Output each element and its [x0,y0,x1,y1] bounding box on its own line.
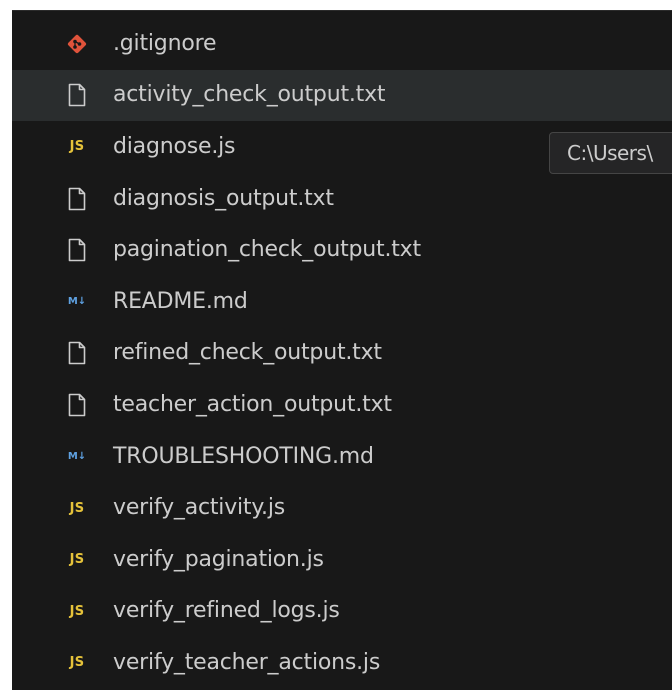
file-explorer: .gitignore activity_check_output.txt JS dia… [0,0,672,690]
js-badge: JS [69,603,85,619]
js-icon: JS [65,135,89,159]
file-item[interactable]: JS verify_pagination.js [12,534,672,586]
file-item[interactable]: JS verify_teacher_actions.js [12,637,672,689]
file-item[interactable]: diagnosis_output.txt [12,173,672,225]
path-tooltip: C:\Users\ [549,132,672,174]
js-icon: JS [65,599,89,623]
tooltip-text: C:\Users\ [567,141,653,165]
file-icon [65,187,89,211]
file-item[interactable]: pagination_check_output.txt [12,224,672,276]
js-icon: JS [65,496,89,520]
file-item[interactable]: activity_check_output.txt [12,69,672,122]
git-icon [65,32,89,56]
file-name: TROUBLESHOOTING.md [113,443,374,469]
file-name: pagination_check_output.txt [113,237,421,263]
js-icon: JS [65,651,89,675]
file-name: .gitignore [113,30,217,56]
file-name: verify_pagination.js [113,546,324,572]
file-icon [65,393,89,417]
file-item[interactable]: refined_check_output.txt [12,328,672,380]
file-name: activity_check_output.txt [113,82,386,108]
file-item[interactable]: JS verify_refined_logs.js [12,586,672,638]
file-list: .gitignore activity_check_output.txt JS dia… [12,18,672,689]
file-name: verify_teacher_actions.js [113,649,381,675]
explorer-panel: .gitignore activity_check_output.txt JS dia… [12,10,672,690]
file-item[interactable]: M↓ README.md [12,276,672,328]
markdown-badge: M↓ [67,296,87,308]
markdown-icon: M↓ [65,290,89,314]
file-item[interactable]: .gitignore [12,18,672,70]
file-name: diagnosis_output.txt [113,185,334,211]
file-icon [65,238,89,262]
file-item[interactable]: teacher_action_output.txt [12,379,672,431]
markdown-badge: M↓ [67,451,87,463]
js-icon: JS [65,548,89,572]
js-badge: JS [69,500,85,516]
file-name: verify_activity.js [113,495,286,521]
file-name: refined_check_output.txt [113,340,382,366]
js-badge: JS [69,139,85,155]
file-item[interactable]: JS verify_activity.js [12,482,672,534]
file-item[interactable]: M↓ TROUBLESHOOTING.md [12,431,672,483]
file-name: README.md [113,288,248,314]
file-name: teacher_action_output.txt [113,391,392,417]
js-badge: JS [69,655,85,671]
file-icon [65,83,89,107]
js-badge: JS [69,552,85,568]
file-name: diagnose.js [113,133,236,159]
markdown-icon: M↓ [65,445,89,469]
file-name: verify_refined_logs.js [113,598,340,624]
file-icon [65,341,89,365]
